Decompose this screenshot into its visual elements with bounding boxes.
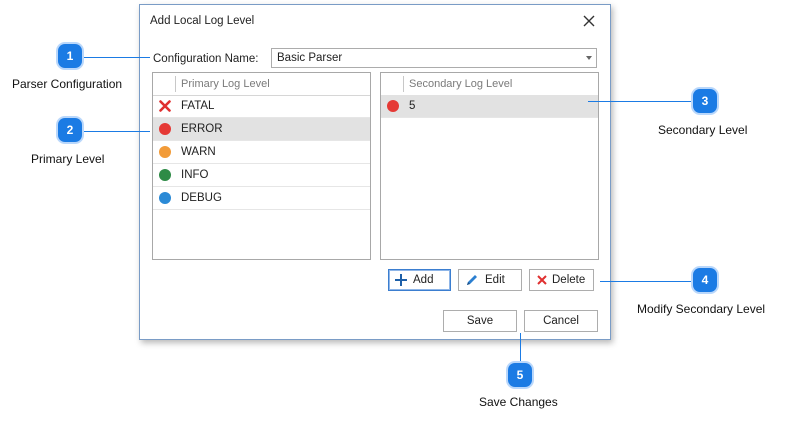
dialog-titlebar: Add Local Log Level xyxy=(140,5,610,37)
callout-label-3: Secondary Level xyxy=(658,123,748,137)
callout-connector-5 xyxy=(520,333,521,363)
delete-button[interactable]: Delete xyxy=(529,269,594,291)
primary-row-label: WARN xyxy=(181,146,216,158)
cancel-button[interactable]: Cancel xyxy=(524,310,598,332)
chevron-down-icon xyxy=(586,56,592,60)
edit-button[interactable]: Edit xyxy=(458,269,522,291)
header-separator xyxy=(175,76,176,92)
primary-row-info[interactable]: INFO xyxy=(153,164,370,187)
primary-row-label: FATAL xyxy=(181,100,215,112)
callout-label-5: Save Changes xyxy=(479,395,558,409)
callout-label-1: Parser Configuration xyxy=(12,77,123,91)
primary-row-label: DEBUG xyxy=(181,192,222,204)
add-local-log-level-dialog: Add Local Log Level Configuration Name: … xyxy=(139,4,611,340)
x-icon xyxy=(159,100,171,112)
x-icon xyxy=(536,274,548,286)
callout-label-4: Modify Secondary Level xyxy=(637,302,766,316)
primary-row-label: INFO xyxy=(181,169,209,181)
delete-button-label: Delete xyxy=(552,274,586,286)
callout-badge-1: 1 xyxy=(58,44,82,68)
callout-label-2: Primary Level xyxy=(31,152,105,166)
header-separator xyxy=(403,76,404,92)
callout-connector-2 xyxy=(84,131,150,132)
primary-row-label: ERROR xyxy=(181,123,223,135)
callout-badge-3: 3 xyxy=(693,89,717,113)
secondary-row-label: 5 xyxy=(409,100,416,112)
secondary-row-5[interactable]: 5 xyxy=(381,95,598,118)
callout-connector-4 xyxy=(600,281,693,282)
callout-connector-3 xyxy=(588,101,693,102)
secondary-header-label: Secondary Log Level xyxy=(409,78,513,90)
callout-badge-2: 2 xyxy=(58,118,82,142)
save-button[interactable]: Save xyxy=(443,310,517,332)
primary-row-warn[interactable]: WARN xyxy=(153,141,370,164)
callout-badge-5: 5 xyxy=(508,363,532,387)
pencil-icon xyxy=(465,273,479,287)
primary-log-level-grid[interactable]: Primary Log Level FATAL ERROR WARN INFO … xyxy=(152,72,371,260)
circle-icon xyxy=(159,123,171,135)
cancel-button-label: Cancel xyxy=(543,315,579,327)
primary-row-error[interactable]: ERROR xyxy=(153,118,370,141)
secondary-grid-header: Secondary Log Level xyxy=(381,73,598,96)
dialog-title: Add Local Log Level xyxy=(150,15,255,27)
primary-row-fatal[interactable]: FATAL xyxy=(153,95,370,118)
primary-row-debug[interactable]: DEBUG xyxy=(153,187,370,210)
primary-header-label: Primary Log Level xyxy=(181,78,270,90)
circle-icon xyxy=(159,169,171,181)
configuration-name-value: Basic Parser xyxy=(277,52,343,64)
primary-grid-header: Primary Log Level xyxy=(153,73,370,96)
add-button[interactable]: Add xyxy=(388,269,451,291)
configuration-name-select[interactable]: Basic Parser xyxy=(271,48,597,68)
close-icon[interactable] xyxy=(580,12,598,30)
add-button-label: Add xyxy=(413,274,434,286)
save-button-label: Save xyxy=(466,315,494,327)
circle-icon xyxy=(159,146,171,158)
circle-icon xyxy=(387,100,399,112)
secondary-log-level-grid[interactable]: Secondary Log Level 5 xyxy=(380,72,599,260)
circle-icon xyxy=(159,192,171,204)
configuration-name-label: Configuration Name: xyxy=(153,53,259,65)
callout-badge-4: 4 xyxy=(693,268,717,292)
edit-button-label: Edit xyxy=(485,274,505,286)
callout-connector-1 xyxy=(84,57,150,58)
plus-icon xyxy=(394,273,408,287)
